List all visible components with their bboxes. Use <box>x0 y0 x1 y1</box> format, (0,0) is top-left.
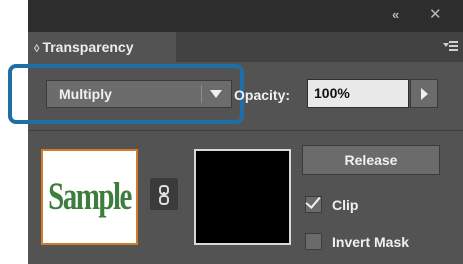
collapse-icon[interactable]: « <box>392 7 399 23</box>
invert-mask-label: Invert Mask <box>332 234 410 250</box>
checkmark-icon <box>305 193 321 209</box>
callout-highlight <box>8 64 244 124</box>
tab-label: Transparency <box>42 39 134 55</box>
panel-menu-line <box>449 49 458 51</box>
close-icon[interactable]: ✕ <box>429 7 442 23</box>
opacity-input[interactable]: 100% <box>307 79 409 108</box>
artwork-thumbnail[interactable]: Sample <box>41 149 138 245</box>
section-divider <box>28 130 463 131</box>
mask-thumbnail[interactable] <box>194 149 291 245</box>
panel-menu-line <box>449 41 458 43</box>
opacity-slider-button[interactable] <box>410 79 438 108</box>
clip-label: Clip <box>332 197 359 213</box>
opacity-label: Opacity: <box>234 87 291 103</box>
artwork-thumbnail-text: Sample <box>48 175 132 219</box>
panel-title-bar: « ✕ <box>28 0 463 32</box>
panel-menu-line <box>449 45 458 47</box>
link-icon <box>159 185 169 205</box>
tab-expand-icon: ◊ <box>34 43 40 55</box>
release-button[interactable]: Release <box>302 145 440 175</box>
link-mask-button[interactable] <box>150 178 178 210</box>
clip-checkbox[interactable] <box>305 193 322 213</box>
invert-mask-checkbox[interactable] <box>305 233 322 250</box>
transparency-panel: « ✕ ◊ Transparency Multiply Opacity: 100%… <box>8 0 463 264</box>
chevron-right-icon <box>421 88 428 100</box>
link-ring-bottom <box>159 195 169 205</box>
tab-transparency[interactable]: ◊ Transparency <box>28 32 176 62</box>
panel-tab-bar: ◊ Transparency <box>28 32 463 62</box>
panel-menu-icon[interactable] <box>443 39 458 53</box>
